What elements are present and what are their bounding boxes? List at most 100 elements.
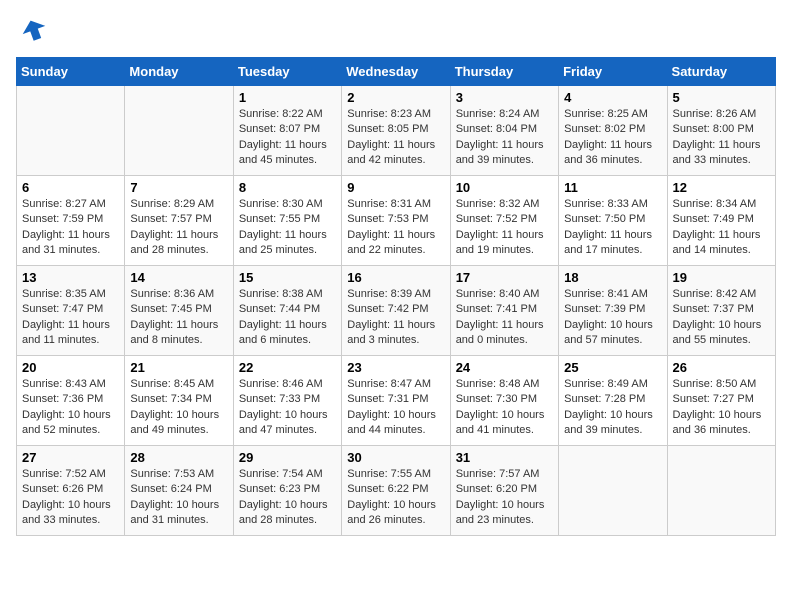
calendar-cell: 12 Sunrise: 8:34 AMSunset: 7:49 PMDayligh… (667, 176, 775, 266)
calendar-cell: 27 Sunrise: 7:52 AMSunset: 6:26 PMDayligh… (17, 446, 125, 536)
day-number: 19 (673, 270, 770, 285)
calendar-cell: 11 Sunrise: 8:33 AMSunset: 7:50 PMDayligh… (559, 176, 667, 266)
day-number: 15 (239, 270, 336, 285)
day-number: 25 (564, 360, 661, 375)
calendar-cell: 23 Sunrise: 8:47 AMSunset: 7:31 PMDayligh… (342, 356, 450, 446)
day-info: Sunrise: 8:24 AMSunset: 8:04 PMDaylight:… (456, 107, 553, 169)
calendar-header: SundayMondayTuesdayWednesdayThursdayFrid… (17, 58, 776, 86)
logo (16, 16, 48, 49)
calendar-cell: 31Sunrise: 7:57 AMSunset: 6:20 PMDayligh… (450, 446, 558, 536)
day-info: Sunrise: 8:26 AMSunset: 8:00 PMDaylight:… (673, 107, 770, 169)
day-info: Sunrise: 7:57 AMSunset: 6:20 PMDaylight:… (456, 467, 553, 529)
day-info: Sunrise: 8:29 AMSunset: 7:57 PMDaylight:… (130, 197, 227, 259)
calendar-cell: 26 Sunrise: 8:50 AMSunset: 7:27 PMDayligh… (667, 356, 775, 446)
day-number: 13 (22, 270, 119, 285)
calendar-cell: 10 Sunrise: 8:32 AMSunset: 7:52 PMDayligh… (450, 176, 558, 266)
calendar-cell: 24 Sunrise: 8:48 AMSunset: 7:30 PMDayligh… (450, 356, 558, 446)
weekday-header-wednesday: Wednesday (342, 58, 450, 86)
day-number: 21 (130, 360, 227, 375)
calendar-cell (17, 86, 125, 176)
day-info: Sunrise: 8:33 AMSunset: 7:50 PMDaylight:… (564, 197, 661, 259)
calendar-cell: 16 Sunrise: 8:39 AMSunset: 7:42 PMDayligh… (342, 266, 450, 356)
calendar-cell: 1 Sunrise: 8:22 AMSunset: 8:07 PMDaylight… (233, 86, 341, 176)
weekday-header-monday: Monday (125, 58, 233, 86)
day-number: 16 (347, 270, 444, 285)
calendar-cell: 25 Sunrise: 8:49 AMSunset: 7:28 PMDayligh… (559, 356, 667, 446)
logo-bird-icon (20, 16, 48, 49)
day-number: 26 (673, 360, 770, 375)
page-header (16, 16, 776, 49)
calendar-cell: 8 Sunrise: 8:30 AMSunset: 7:55 PMDaylight… (233, 176, 341, 266)
calendar-cell: 29 Sunrise: 7:54 AMSunset: 6:23 PMDayligh… (233, 446, 341, 536)
calendar-cell: 5 Sunrise: 8:26 AMSunset: 8:00 PMDaylight… (667, 86, 775, 176)
day-number: 11 (564, 180, 661, 195)
day-number: 7 (130, 180, 227, 195)
calendar-cell: 4Sunrise: 8:25 AMSunset: 8:02 PMDaylight… (559, 86, 667, 176)
day-info: Sunrise: 8:42 AMSunset: 7:37 PMDaylight:… (673, 287, 770, 349)
calendar-cell: 30 Sunrise: 7:55 AMSunset: 6:22 PMDayligh… (342, 446, 450, 536)
calendar-cell: 18 Sunrise: 8:41 AMSunset: 7:39 PMDayligh… (559, 266, 667, 356)
day-number: 20 (22, 360, 119, 375)
day-info: Sunrise: 8:25 AMSunset: 8:02 PMDaylight:… (564, 107, 661, 169)
calendar-cell: 20Sunrise: 8:43 AMSunset: 7:36 PMDayligh… (17, 356, 125, 446)
day-info: Sunrise: 8:49 AMSunset: 7:28 PMDaylight:… (564, 377, 661, 439)
day-info: Sunrise: 8:50 AMSunset: 7:27 PMDaylight:… (673, 377, 770, 439)
weekday-header-tuesday: Tuesday (233, 58, 341, 86)
day-info: Sunrise: 8:22 AMSunset: 8:07 PMDaylight:… (239, 107, 336, 169)
day-info: Sunrise: 8:34 AMSunset: 7:49 PMDaylight:… (673, 197, 770, 259)
day-number: 3 (456, 90, 553, 105)
calendar-cell: 28 Sunrise: 7:53 AMSunset: 6:24 PMDayligh… (125, 446, 233, 536)
day-number: 23 (347, 360, 444, 375)
day-number: 10 (456, 180, 553, 195)
calendar-cell: 21 Sunrise: 8:45 AMSunset: 7:34 PMDayligh… (125, 356, 233, 446)
day-number: 30 (347, 450, 444, 465)
day-number: 18 (564, 270, 661, 285)
weekday-header-thursday: Thursday (450, 58, 558, 86)
day-number: 22 (239, 360, 336, 375)
day-number: 14 (130, 270, 227, 285)
calendar-cell: 13Sunrise: 8:35 AMSunset: 7:47 PMDayligh… (17, 266, 125, 356)
calendar-table: SundayMondayTuesdayWednesdayThursdayFrid… (16, 57, 776, 536)
calendar-cell (667, 446, 775, 536)
day-info: Sunrise: 8:40 AMSunset: 7:41 PMDaylight:… (456, 287, 553, 349)
calendar-week-5: 27 Sunrise: 7:52 AMSunset: 6:26 PMDayligh… (17, 446, 776, 536)
calendar-cell: 9Sunrise: 8:31 AMSunset: 7:53 PMDaylight… (342, 176, 450, 266)
day-number: 24 (456, 360, 553, 375)
day-number: 9 (347, 180, 444, 195)
calendar-cell: 15 Sunrise: 8:38 AMSunset: 7:44 PMDayligh… (233, 266, 341, 356)
day-info: Sunrise: 7:54 AMSunset: 6:23 PMDaylight:… (239, 467, 336, 529)
day-info: Sunrise: 8:41 AMSunset: 7:39 PMDaylight:… (564, 287, 661, 349)
day-number: 8 (239, 180, 336, 195)
day-number: 17 (456, 270, 553, 285)
day-number: 28 (130, 450, 227, 465)
weekday-header-saturday: Saturday (667, 58, 775, 86)
calendar-cell: 2 Sunrise: 8:23 AMSunset: 8:05 PMDaylight… (342, 86, 450, 176)
calendar-cell (125, 86, 233, 176)
day-number: 1 (239, 90, 336, 105)
calendar-cell: 14 Sunrise: 8:36 AMSunset: 7:45 PMDayligh… (125, 266, 233, 356)
day-number: 27 (22, 450, 119, 465)
day-info: Sunrise: 8:23 AMSunset: 8:05 PMDaylight:… (347, 107, 444, 169)
day-info: Sunrise: 8:45 AMSunset: 7:34 PMDaylight:… (130, 377, 227, 439)
day-info: Sunrise: 7:53 AMSunset: 6:24 PMDaylight:… (130, 467, 227, 529)
day-info: Sunrise: 8:30 AMSunset: 7:55 PMDaylight:… (239, 197, 336, 259)
day-number: 29 (239, 450, 336, 465)
calendar-cell: 7 Sunrise: 8:29 AMSunset: 7:57 PMDaylight… (125, 176, 233, 266)
day-info: Sunrise: 7:55 AMSunset: 6:22 PMDaylight:… (347, 467, 444, 529)
day-info: Sunrise: 8:32 AMSunset: 7:52 PMDaylight:… (456, 197, 553, 259)
weekday-header-friday: Friday (559, 58, 667, 86)
day-info: Sunrise: 8:27 AMSunset: 7:59 PMDaylight:… (22, 197, 119, 259)
day-info: Sunrise: 8:46 AMSunset: 7:33 PMDaylight:… (239, 377, 336, 439)
day-number: 2 (347, 90, 444, 105)
day-info: Sunrise: 8:39 AMSunset: 7:42 PMDaylight:… (347, 287, 444, 349)
day-number: 5 (673, 90, 770, 105)
day-info: Sunrise: 8:38 AMSunset: 7:44 PMDaylight:… (239, 287, 336, 349)
day-number: 6 (22, 180, 119, 195)
day-info: Sunrise: 8:36 AMSunset: 7:45 PMDaylight:… (130, 287, 227, 349)
day-number: 12 (673, 180, 770, 195)
calendar-week-3: 13Sunrise: 8:35 AMSunset: 7:47 PMDayligh… (17, 266, 776, 356)
day-info: Sunrise: 7:52 AMSunset: 6:26 PMDaylight:… (22, 467, 119, 529)
day-info: Sunrise: 8:48 AMSunset: 7:30 PMDaylight:… (456, 377, 553, 439)
day-info: Sunrise: 8:47 AMSunset: 7:31 PMDaylight:… (347, 377, 444, 439)
weekday-header-sunday: Sunday (17, 58, 125, 86)
